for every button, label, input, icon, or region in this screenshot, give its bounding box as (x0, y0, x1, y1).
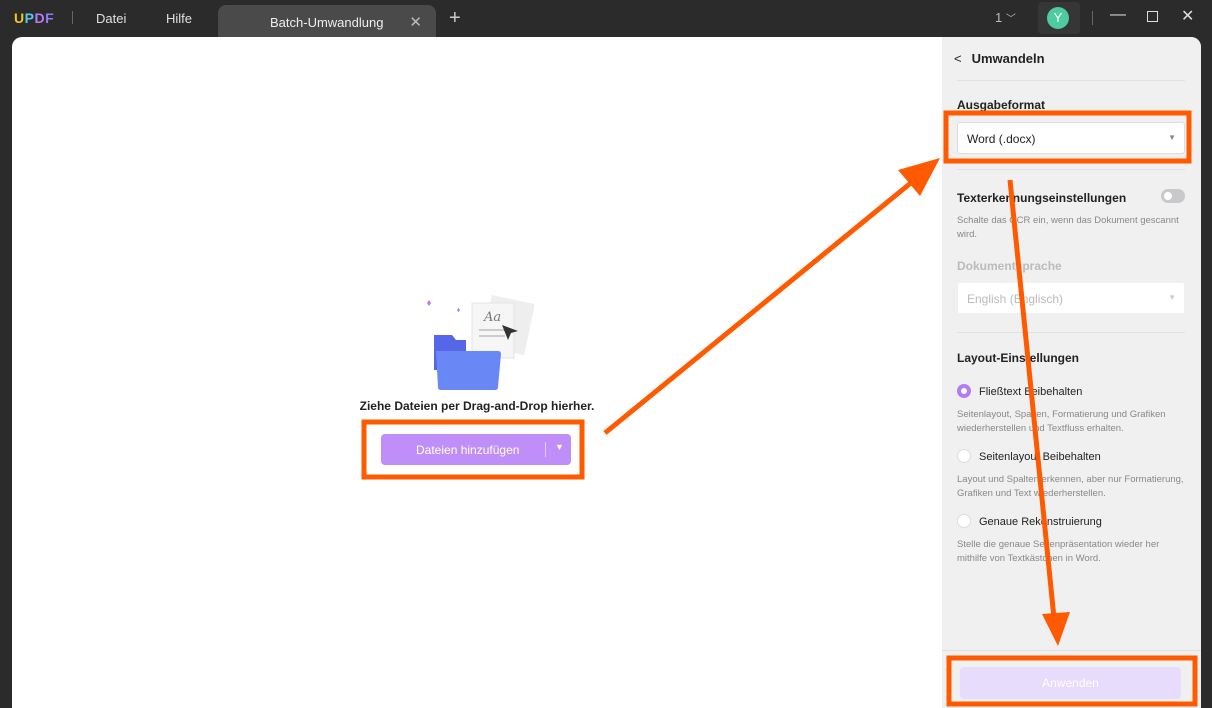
tab-batch-umwandlung[interactable]: Batch-Umwandlung ✕ (218, 5, 436, 38)
menu-datei[interactable]: Datei (96, 11, 126, 26)
title-bar: UPDF Datei Hilfe Batch-Umwandlung ✕ + 1 … (0, 0, 1212, 38)
folder-documents-illustration: Aa (427, 295, 534, 390)
drop-instruction: Ziehe Dateien per Drag-and-Drop hierher. (359, 399, 595, 413)
ocr-toggle[interactable] (1161, 189, 1185, 203)
panel-header: < Umwandeln (954, 51, 1045, 66)
option-description: Layout und Spalten erkennen, aber nur Fo… (957, 474, 1184, 499)
add-files-label: Dateien hinzufügen (416, 443, 520, 457)
option-label: Seitenlayout Beibehalten (979, 451, 1101, 463)
divider (72, 11, 73, 24)
maximize-icon[interactable] (1147, 8, 1158, 22)
output-format-label: Ausgabeformat (957, 98, 1046, 112)
apply-button[interactable]: Anwenden (960, 667, 1181, 699)
menu-hilfe[interactable]: Hilfe (166, 11, 192, 26)
close-tab-icon[interactable]: ✕ (409, 13, 422, 31)
account-button[interactable]: Y (1038, 2, 1080, 34)
add-files-button[interactable]: Dateien hinzufügen ▼ (381, 434, 571, 465)
page-indicator[interactable]: 1 ﹀ (995, 10, 1016, 25)
updf-logo: UPDF (14, 10, 55, 26)
radio-exact-reconstruction[interactable] (957, 514, 971, 528)
divider (1092, 11, 1093, 25)
layout-settings-label: Layout-Einstellungen (957, 351, 1080, 365)
selected-value: English (Englisch) (967, 292, 1064, 306)
new-tab-icon[interactable]: + (449, 7, 461, 30)
divider (545, 442, 546, 457)
main-area: Aa Ziehe Dateien per Drag-and-Drop hierh… (12, 37, 1201, 708)
option-label: Genaue Rekonstruierung (979, 516, 1102, 528)
divider (957, 169, 1185, 170)
divider (957, 80, 1185, 81)
ocr-description: Schalte das OCR ein, wenn das Dokument g… (957, 215, 1179, 240)
convert-panel: < Umwandeln Ausgabeformat Word (.docx) ▼ T… (942, 37, 1201, 708)
radio-flowing-text[interactable] (957, 384, 971, 398)
divider (942, 650, 1201, 651)
page-number: 1 (995, 10, 1003, 25)
document-language-select[interactable]: English (Englisch) ▼ (957, 282, 1185, 314)
option-description: Seitenlayout, Spalten, Formatierung und … (957, 409, 1166, 434)
option-description: Stelle die genaue Seitenpräsentation wie… (957, 539, 1160, 564)
ocr-settings-label: Texterkennungseinstellungen (957, 191, 1127, 205)
panel-title: Umwandeln (971, 51, 1045, 66)
radio-page-layout[interactable] (957, 449, 971, 463)
option-label: Fließtext Beibehalten (979, 386, 1083, 398)
divider (957, 332, 1185, 333)
close-window-icon[interactable]: ✕ (1181, 6, 1194, 26)
minimize-icon[interactable]: — (1110, 6, 1126, 24)
tab-label: Batch-Umwandlung (270, 15, 384, 30)
chevron-down-icon: ▼ (1168, 293, 1176, 302)
selected-value: Word (.docx) (967, 132, 1036, 146)
document-language-label: Dokumentsprache (957, 259, 1062, 273)
aa-glyph: Aa (483, 310, 501, 325)
chevron-down-icon: ▼ (1168, 133, 1176, 142)
avatar: Y (1047, 7, 1069, 29)
back-icon[interactable]: < (954, 51, 962, 66)
output-format-select[interactable]: Word (.docx) ▼ (957, 122, 1185, 154)
drop-zone[interactable]: Aa Ziehe Dateien per Drag-and-Drop hierh… (12, 37, 942, 708)
dropdown-arrow-icon[interactable]: ▼ (555, 442, 564, 452)
chevron-down-icon: ﹀ (1005, 14, 1016, 25)
